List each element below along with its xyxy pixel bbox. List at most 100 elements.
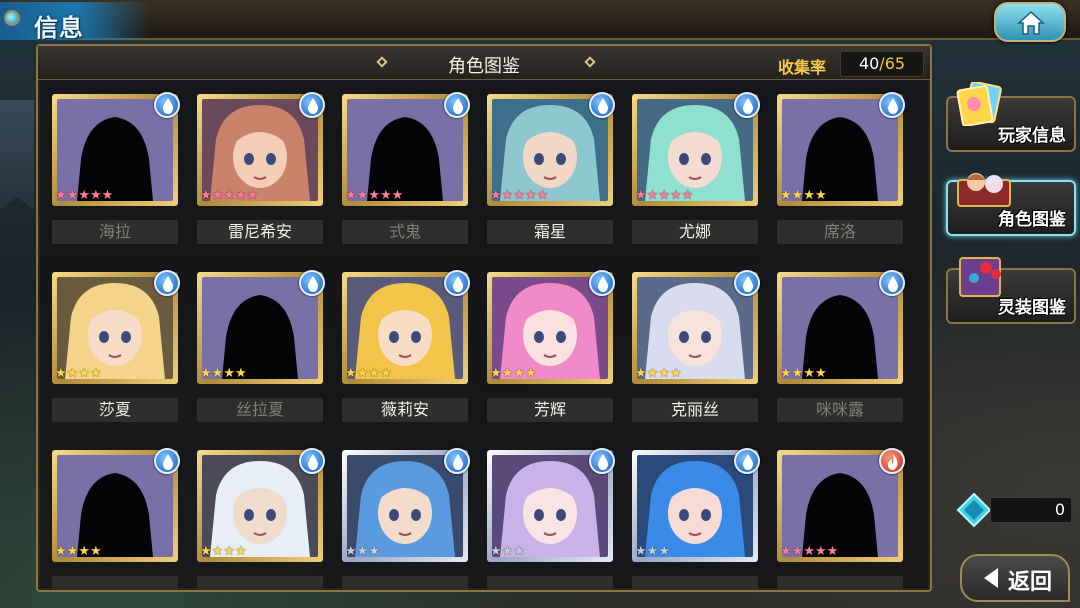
back-arrow-icon xyxy=(984,568,998,588)
character-name: 尤娜 xyxy=(632,220,758,244)
star-icon: ★ xyxy=(814,366,827,381)
character-card[interactable]: ★ ★ ★ ★ ★ xyxy=(777,448,905,562)
star-icon: ★ xyxy=(66,366,79,381)
star-icon: ★ xyxy=(658,366,670,381)
star-icon: ★ xyxy=(780,188,792,203)
star-icon: ★ xyxy=(66,188,79,203)
locked-silhouette xyxy=(202,277,318,379)
star-icon: ★ xyxy=(513,544,525,559)
star-icon: ★ xyxy=(66,544,79,559)
character-card[interactable]: ★ ★ ★ ★ xyxy=(632,270,760,384)
page-title: 信息 xyxy=(34,14,84,42)
water-element-icon xyxy=(299,270,325,296)
star-icon: ★ xyxy=(490,188,502,203)
character-portrait xyxy=(347,455,463,557)
star-icon: ★ xyxy=(223,544,235,559)
star-icon: ★ xyxy=(246,188,259,203)
character-card[interactable]: ★ ★ ★ xyxy=(632,448,760,562)
star-icon: ★ xyxy=(345,544,357,559)
locked-silhouette xyxy=(782,455,898,557)
collection-total: 65 xyxy=(884,54,906,73)
gem-count: 0 xyxy=(1054,500,1065,519)
character-name xyxy=(342,576,468,590)
star-icon: ★ xyxy=(513,366,525,381)
rarity-stars: ★ ★ ★ ★ ★ xyxy=(635,189,693,203)
locked-silhouette xyxy=(782,277,898,379)
star-icon: ★ xyxy=(524,366,537,381)
character-card[interactable]: ★ ★ ★ ★ xyxy=(777,270,905,384)
character-name: 芳辉 xyxy=(487,398,613,422)
locked-silhouette xyxy=(347,99,463,201)
star-icon: ★ xyxy=(669,188,682,203)
character-card[interactable]: ★ ★ ★ ★ xyxy=(197,448,325,562)
character-name: 克丽丝 xyxy=(632,398,758,422)
character-card[interactable]: ★ ★ ★ ★ xyxy=(52,270,180,384)
star-icon: ★ xyxy=(101,188,114,203)
character-name xyxy=(197,576,323,590)
collection-rate-value: 40/65 xyxy=(840,51,924,77)
star-icon: ★ xyxy=(791,544,804,559)
star-icon: ★ xyxy=(78,544,90,559)
star-icon: ★ xyxy=(803,188,815,203)
locked-silhouette xyxy=(57,99,173,201)
star-icon: ★ xyxy=(658,188,670,203)
water-element-icon xyxy=(734,270,760,296)
character-portrait xyxy=(637,455,753,557)
star-icon: ★ xyxy=(501,366,514,381)
fire-element-icon xyxy=(879,448,905,474)
orb-icon xyxy=(4,10,20,26)
character-card[interactable]: ★ ★ ★ ★ xyxy=(777,92,905,206)
water-element-icon xyxy=(734,448,760,474)
star-icon: ★ xyxy=(379,188,392,203)
gem-counter: 0 xyxy=(990,497,1072,523)
back-button[interactable]: 返回 xyxy=(960,554,1070,602)
star-icon: ★ xyxy=(379,366,392,381)
star-icon: ★ xyxy=(635,366,647,381)
character-card[interactable]: ★ ★ ★ xyxy=(342,448,470,562)
water-element-icon xyxy=(589,270,615,296)
player-card-icon xyxy=(956,82,1002,126)
star-icon: ★ xyxy=(681,188,694,203)
star-icon: ★ xyxy=(368,366,380,381)
character-card[interactable]: ★ ★ ★ ★ ★ xyxy=(197,92,325,206)
star-icon: ★ xyxy=(200,366,212,381)
star-icon: ★ xyxy=(826,544,839,559)
rarity-stars: ★ ★ ★ ★ xyxy=(780,367,827,381)
home-button[interactable] xyxy=(994,2,1066,42)
character-book-icon xyxy=(957,173,1011,207)
star-icon: ★ xyxy=(646,366,659,381)
character-card[interactable]: ★ ★ ★ ★ xyxy=(52,448,180,562)
rarity-stars: ★ ★ ★ ★ ★ xyxy=(55,189,113,203)
character-portrait xyxy=(637,277,753,379)
character-card[interactable]: ★ ★ ★ ★ ★ xyxy=(632,92,760,206)
sidebar-item-player-info[interactable]: 玩家信息 xyxy=(946,82,1076,152)
water-element-icon xyxy=(444,92,470,118)
game-screen: 信息 角色图鉴 收集率 40/65 ★ ★ ★ ★ ★ 海拉 ★ ★ ★ ★ ★ 雷尼希安 ★ ★ ★ ★ ★ 式… xyxy=(0,0,1080,608)
star-icon: ★ xyxy=(791,366,804,381)
sidebar-item-equipment-codex[interactable]: 灵装图鉴 xyxy=(946,257,1076,324)
sidebar-item-label: 灵装图鉴 xyxy=(998,298,1066,318)
character-name: 席洛 xyxy=(777,220,903,244)
character-card[interactable]: ★ ★ ★ ★ ★ xyxy=(342,92,470,206)
rarity-stars: ★ ★ ★ ★ xyxy=(780,189,827,203)
character-portrait xyxy=(202,455,318,557)
star-icon: ★ xyxy=(391,188,404,203)
water-element-icon xyxy=(444,448,470,474)
character-card[interactable]: ★ ★ ★ ★ xyxy=(342,270,470,384)
rarity-stars: ★ ★ ★ ★ xyxy=(55,545,102,559)
character-card[interactable]: ★ ★ ★ xyxy=(487,448,615,562)
character-card[interactable]: ★ ★ ★ ★ xyxy=(197,270,325,384)
star-icon: ★ xyxy=(200,544,212,559)
collection-count: 40 xyxy=(858,54,880,73)
star-icon: ★ xyxy=(345,188,357,203)
water-element-icon xyxy=(589,448,615,474)
character-card[interactable]: ★ ★ ★ ★ xyxy=(487,270,615,384)
star-icon: ★ xyxy=(234,544,247,559)
star-icon: ★ xyxy=(501,188,514,203)
rarity-stars: ★ ★ ★ xyxy=(490,545,525,559)
rarity-stars: ★ ★ ★ ★ xyxy=(345,367,392,381)
sidebar-item-character-codex[interactable]: 角色图鉴 xyxy=(946,173,1076,236)
character-card[interactable]: ★ ★ ★ ★ ★ xyxy=(487,92,615,206)
rarity-stars: ★ ★ ★ ★ ★ xyxy=(200,189,258,203)
character-card[interactable]: ★ ★ ★ ★ ★ xyxy=(52,92,180,206)
